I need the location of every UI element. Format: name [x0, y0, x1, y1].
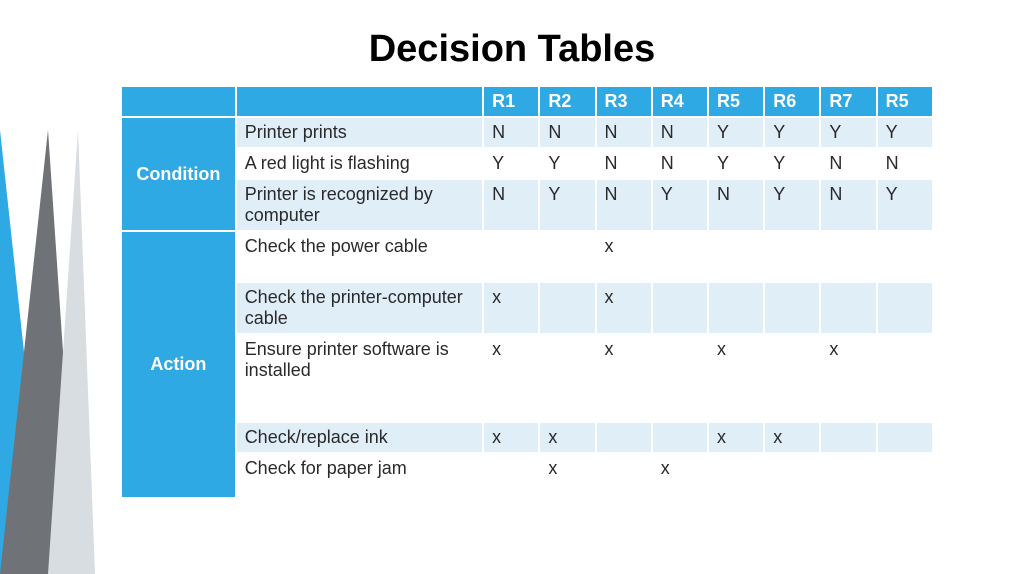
decision-table-wrap: R1 R2 R3 R4 R5 R6 R7 R5 Condition Printe…: [120, 85, 934, 499]
header-r7: R7: [820, 86, 876, 117]
header-r5: R5: [708, 86, 764, 117]
decorative-corner: [0, 0, 140, 574]
decision-table: R1 R2 R3 R4 R5 R6 R7 R5 Condition Printe…: [120, 85, 934, 499]
header-desc-blank: [236, 86, 483, 117]
action-label: Check the printer-computer cable: [236, 282, 483, 334]
action-row-5: Check for paper jam x x: [121, 453, 933, 498]
cell: [596, 453, 652, 498]
cell: [539, 334, 595, 422]
cell: [483, 231, 539, 282]
header-r3: R3: [596, 86, 652, 117]
cell: Y: [483, 148, 539, 179]
cell: [708, 453, 764, 498]
cell: x: [596, 231, 652, 282]
cell: [877, 282, 933, 334]
cell: [764, 334, 820, 422]
cell: [652, 231, 708, 282]
cell: x: [820, 334, 876, 422]
cell: [877, 453, 933, 498]
cell: N: [483, 179, 539, 231]
cell: [877, 422, 933, 453]
cell: Y: [539, 148, 595, 179]
cell: Y: [652, 179, 708, 231]
cell: N: [596, 179, 652, 231]
cell: Y: [820, 117, 876, 148]
cell: Y: [877, 117, 933, 148]
header-row: R1 R2 R3 R4 R5 R6 R7 R5: [121, 86, 933, 117]
header-r8: R5: [877, 86, 933, 117]
cell: N: [652, 148, 708, 179]
cell: [764, 453, 820, 498]
cell: x: [652, 453, 708, 498]
condition-row-3: Printer is recognized by computer N Y N …: [121, 179, 933, 231]
condition-label: Printer prints: [236, 117, 483, 148]
action-row-3: Ensure printer software is installed x x…: [121, 334, 933, 422]
cell: x: [483, 282, 539, 334]
action-label: Check/replace ink: [236, 422, 483, 453]
cell: [652, 422, 708, 453]
cell: [652, 282, 708, 334]
cell: x: [539, 422, 595, 453]
condition-row-1: Condition Printer prints N N N N Y Y Y Y: [121, 117, 933, 148]
cell: x: [596, 334, 652, 422]
header-r1: R1: [483, 86, 539, 117]
cell: x: [596, 282, 652, 334]
condition-section-label: Condition: [121, 117, 236, 231]
cell: Y: [764, 117, 820, 148]
cell: Y: [764, 179, 820, 231]
cell: N: [596, 117, 652, 148]
cell: N: [820, 179, 876, 231]
action-row-4: Check/replace ink x x x x: [121, 422, 933, 453]
action-row-1: Action Check the power cable x: [121, 231, 933, 282]
cell: N: [539, 117, 595, 148]
cell: x: [483, 422, 539, 453]
cell: x: [764, 422, 820, 453]
action-section-label: Action: [121, 231, 236, 498]
cell: Y: [708, 117, 764, 148]
action-row-2: Check the printer-computer cable x x: [121, 282, 933, 334]
condition-row-2: A red light is flashing Y Y N N Y Y N N: [121, 148, 933, 179]
header-r4: R4: [652, 86, 708, 117]
cell: [820, 231, 876, 282]
cell: N: [483, 117, 539, 148]
cell: [708, 282, 764, 334]
cell: N: [652, 117, 708, 148]
cell: [539, 282, 595, 334]
action-label: Ensure printer software is installed: [236, 334, 483, 422]
action-label: Check for paper jam: [236, 453, 483, 498]
cell: x: [539, 453, 595, 498]
header-r2: R2: [539, 86, 595, 117]
cell: [764, 231, 820, 282]
action-label: Check the power cable: [236, 231, 483, 282]
cell: N: [596, 148, 652, 179]
cell: x: [483, 334, 539, 422]
header-r6: R6: [764, 86, 820, 117]
cell: Y: [539, 179, 595, 231]
cell: [877, 231, 933, 282]
cell: [596, 422, 652, 453]
cell: N: [820, 148, 876, 179]
cell: [820, 282, 876, 334]
cell: [483, 453, 539, 498]
cell: [764, 282, 820, 334]
cell: [539, 231, 595, 282]
condition-label: A red light is flashing: [236, 148, 483, 179]
page-title: Decision Tables: [0, 0, 1024, 85]
cell: [877, 334, 933, 422]
cell: N: [877, 148, 933, 179]
cell: [820, 453, 876, 498]
condition-label: Printer is recognized by computer: [236, 179, 483, 231]
cell: x: [708, 422, 764, 453]
cell: Y: [708, 148, 764, 179]
cell: Y: [764, 148, 820, 179]
cell: Y: [877, 179, 933, 231]
cell: [652, 334, 708, 422]
cell: N: [708, 179, 764, 231]
cell: x: [708, 334, 764, 422]
cell: [820, 422, 876, 453]
cell: [708, 231, 764, 282]
header-corner: [121, 86, 236, 117]
